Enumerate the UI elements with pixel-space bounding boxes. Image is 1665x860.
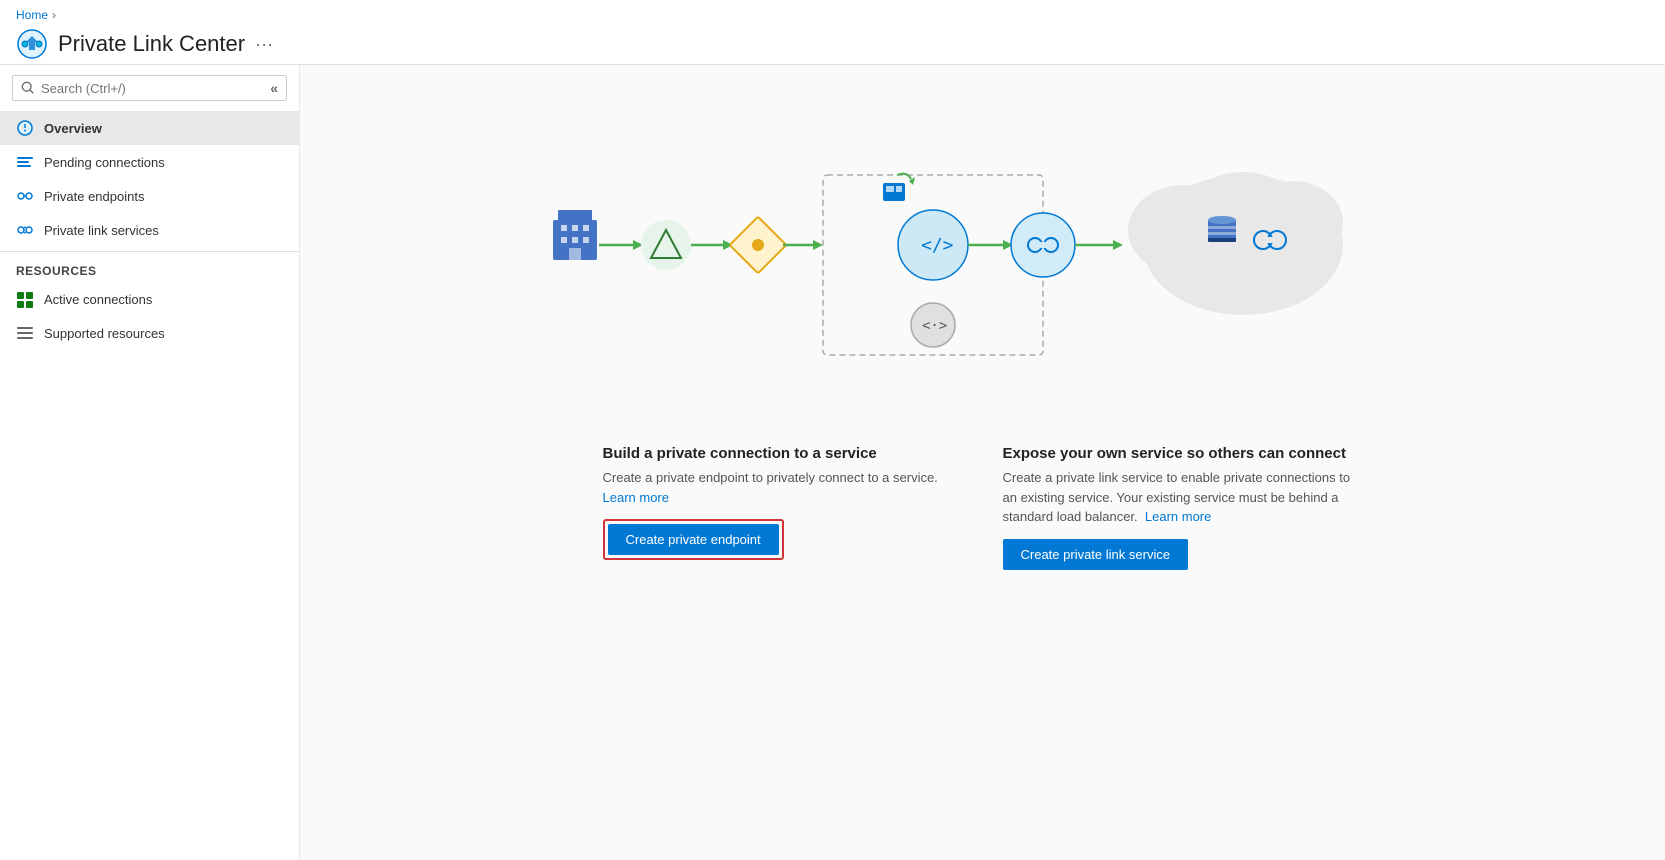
sidebar-item-private-endpoints[interactable]: Private endpoints bbox=[0, 179, 299, 213]
pending-connections-icon bbox=[16, 153, 34, 171]
sidebar-item-active-connections[interactable]: Active connections bbox=[0, 282, 299, 316]
sidebar: « Overview Pending connect bbox=[0, 65, 300, 860]
architecture-diagram: </> <·> bbox=[523, 105, 1443, 385]
supported-resources-icon bbox=[16, 324, 34, 342]
card-build-connection: Build a private connection to a service … bbox=[603, 445, 963, 570]
private-endpoints-icon bbox=[16, 187, 34, 205]
breadcrumb-home[interactable]: Home bbox=[16, 8, 48, 22]
card1-learn-more-link[interactable]: Learn more bbox=[603, 490, 669, 505]
sidebar-item-private-link-services[interactable]: Private link services bbox=[0, 213, 299, 247]
card1-title: Build a private connection to a service bbox=[603, 445, 963, 462]
search-box[interactable]: « bbox=[12, 75, 287, 101]
overview-icon bbox=[16, 119, 34, 137]
collapse-sidebar-button[interactable]: « bbox=[270, 80, 278, 96]
sidebar-item-private-link-services-label: Private link services bbox=[44, 223, 159, 238]
main-content: </> <·> bbox=[300, 65, 1665, 860]
cards-section: Build a private connection to a service … bbox=[330, 445, 1635, 570]
private-link-services-icon bbox=[16, 221, 34, 239]
page-title: Private Link Center bbox=[58, 31, 245, 57]
search-icon bbox=[21, 81, 35, 95]
sidebar-item-supported-resources-label: Supported resources bbox=[44, 326, 165, 341]
card1-button-highlight: Create private endpoint bbox=[603, 519, 784, 560]
svg-text:<·>: <·> bbox=[922, 318, 947, 334]
svg-text:</>: </> bbox=[921, 235, 954, 256]
card1-description: Create a private endpoint to privately c… bbox=[603, 468, 963, 507]
sidebar-item-supported-resources[interactable]: Supported resources bbox=[0, 316, 299, 350]
sidebar-item-pending-connections-label: Pending connections bbox=[44, 155, 165, 170]
more-options-icon[interactable]: ··· bbox=[255, 34, 273, 55]
breadcrumb: Home › bbox=[16, 8, 1649, 22]
create-private-link-service-button[interactable]: Create private link service bbox=[1003, 539, 1189, 570]
card-expose-service: Expose your own service so others can co… bbox=[1003, 445, 1363, 570]
card2-learn-more-link[interactable]: Learn more bbox=[1145, 509, 1211, 524]
header: Home › Private Link Center ··· bbox=[0, 0, 1665, 65]
active-connections-icon bbox=[16, 290, 34, 308]
breadcrumb-separator: › bbox=[52, 8, 56, 22]
sidebar-item-active-connections-label: Active connections bbox=[44, 292, 152, 307]
search-input[interactable] bbox=[41, 81, 221, 96]
private-link-center-icon bbox=[16, 28, 48, 60]
sidebar-item-pending-connections[interactable]: Pending connections bbox=[0, 145, 299, 179]
sidebar-item-overview-label: Overview bbox=[44, 121, 102, 136]
sidebar-item-overview[interactable]: Overview bbox=[0, 111, 299, 145]
diagram-container: </> <·> bbox=[330, 85, 1635, 425]
create-private-endpoint-button[interactable]: Create private endpoint bbox=[608, 524, 779, 555]
card2-description: Create a private link service to enable … bbox=[1003, 468, 1363, 527]
sidebar-item-private-endpoints-label: Private endpoints bbox=[44, 189, 144, 204]
resources-section-label: Resources bbox=[0, 251, 299, 282]
card2-title: Expose your own service so others can co… bbox=[1003, 445, 1363, 462]
